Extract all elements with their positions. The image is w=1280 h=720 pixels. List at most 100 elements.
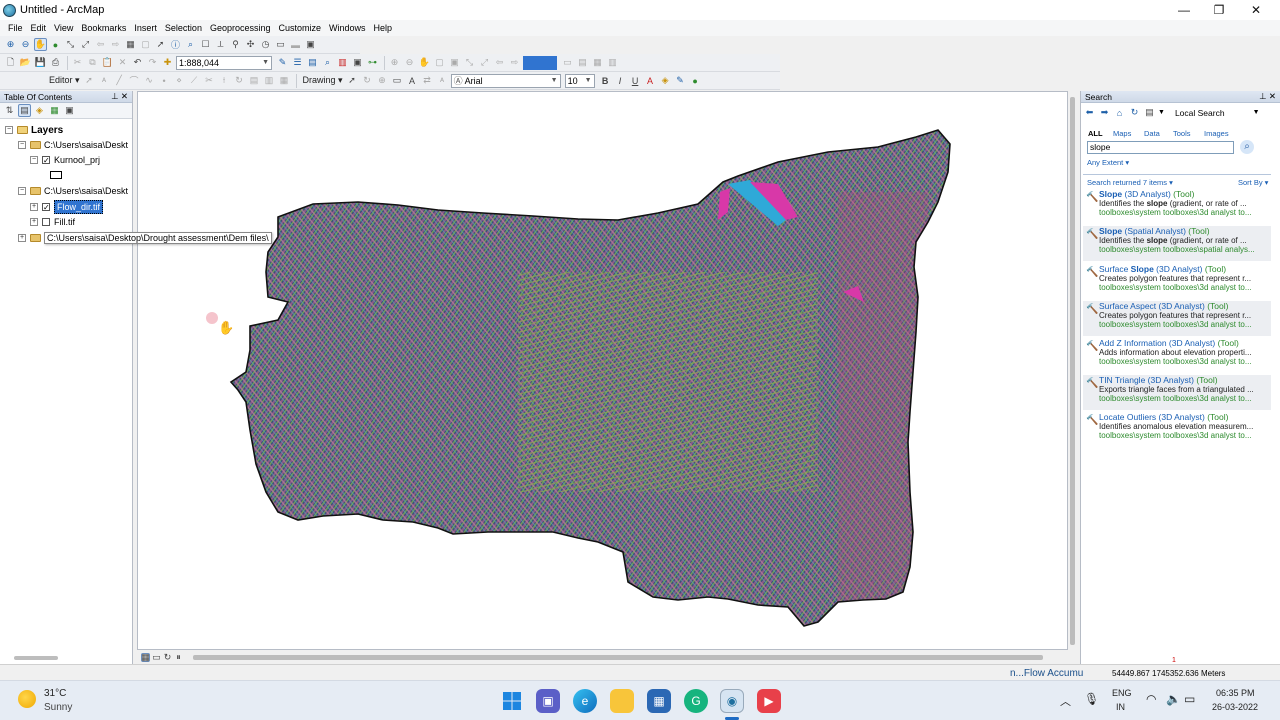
language-in[interactable]: IN — [1116, 702, 1125, 712]
scroll-thumb[interactable] — [1070, 97, 1075, 645]
expand-icon[interactable]: + — [30, 203, 38, 211]
create-features-icon[interactable]: ▦ — [278, 74, 291, 87]
change-layout-icon[interactable]: ▦ — [591, 56, 604, 69]
layout-zoom-in-icon[interactable]: ⊕ — [388, 56, 401, 69]
table-of-contents-icon[interactable]: ☰ — [291, 56, 304, 69]
zoom-100-icon[interactable]: ▣ — [448, 56, 461, 69]
editor-toolbar-icon[interactable]: ✎ — [276, 56, 289, 69]
identify-icon[interactable]: ⓘ — [169, 38, 182, 51]
list-by-visibility-icon[interactable]: ◈ — [33, 104, 46, 117]
list-by-drawing-order-icon[interactable]: ⇅ — [3, 104, 16, 117]
layout-forward-icon[interactable]: ⇨ — [508, 56, 521, 69]
weather-text[interactable]: Sunny — [44, 702, 72, 713]
layout-pan-icon[interactable]: ✋ — [418, 56, 431, 69]
microsoft-store-icon[interactable]: ▦ — [647, 689, 671, 713]
print-icon[interactable]: ⎙ — [49, 56, 62, 69]
layout-fixed-zoom-out-icon[interactable]: ⤢ — [478, 56, 491, 69]
save-icon[interactable]: 💾 — [34, 56, 47, 69]
toc-folder-1[interactable]: − C:\Users\saisa\Deskt — [18, 138, 128, 152]
new-document-icon[interactable]: 🗋 — [4, 56, 17, 69]
search-go-icon[interactable]: ⌕ — [1240, 140, 1254, 154]
edit-vertices-icon[interactable]: ⋄ — [173, 74, 186, 87]
expand-icon[interactable]: + — [18, 234, 26, 242]
delete-icon[interactable]: ✕ — [116, 56, 129, 69]
close-icon[interactable]: ✕ — [121, 91, 128, 101]
chevron-down-icon[interactable]: ▼ — [1158, 109, 1165, 116]
edge-browser-icon[interactable]: e — [573, 689, 597, 713]
result-title[interactable]: Slope (Spatial Analyst) (Tool) — [1099, 226, 1271, 236]
clear-selection-icon[interactable]: ▢ — [139, 38, 152, 51]
screen-recorder-icon[interactable]: ▶ — [757, 689, 781, 713]
editor-menu-button[interactable]: Editor ▾ — [46, 75, 83, 86]
add-data-icon[interactable]: ✚ — [161, 56, 174, 69]
layout-zoom-out-icon[interactable]: ⊖ — [403, 56, 416, 69]
map-scale-combo[interactable]: 1:888,044 ▼ — [176, 55, 272, 70]
search-result-item[interactable]: 🔨 Surface Aspect (3D Analyst) (Tool) Creat… — [1083, 301, 1271, 336]
catalog-window-icon[interactable]: ▤ — [306, 56, 319, 69]
toc-folder-3[interactable]: + C:\Users\saisa\Desktop\Drought assessm… — [18, 231, 272, 245]
data-driven-pages-icon[interactable]: ▥ — [606, 56, 619, 69]
back-extent-icon[interactable]: ⇦ — [94, 38, 107, 51]
layout-back-icon[interactable]: ⇦ — [493, 56, 506, 69]
search-result-item[interactable]: 🔨 Add Z Information (3D Analyst) (Tool) Ad… — [1083, 338, 1271, 373]
open-folder-icon[interactable]: 📂 — [19, 56, 32, 69]
redo-icon[interactable]: ↷ — [146, 56, 159, 69]
close-icon[interactable]: ✕ — [1269, 91, 1276, 101]
menu-help[interactable]: Help — [370, 23, 397, 33]
convert-graphics-icon[interactable]: ⇄ — [421, 74, 434, 87]
result-path[interactable]: toolboxes\system toolboxes\3d analyst to… — [1099, 431, 1271, 440]
collapse-icon[interactable]: − — [18, 187, 26, 195]
filter-tools[interactable]: Tools — [1173, 129, 1191, 138]
straight-segment-icon[interactable]: ╱ — [113, 74, 126, 87]
underline-button[interactable]: U — [629, 74, 642, 87]
menu-windows[interactable]: Windows — [325, 23, 370, 33]
menu-view[interactable]: View — [50, 23, 77, 33]
search-input[interactable]: slope — [1087, 141, 1234, 154]
font-color-icon[interactable]: A — [644, 74, 657, 87]
cut-polygons-icon[interactable]: ✂ — [203, 74, 216, 87]
search-options-icon[interactable]: ▤ — [1143, 106, 1156, 119]
sketch-properties-icon[interactable]: ▥ — [263, 74, 276, 87]
attributes-icon[interactable]: ▤ — [248, 74, 261, 87]
go-to-xy-icon[interactable]: ✣ — [244, 38, 257, 51]
convert-text-icon[interactable]: ᴬ — [436, 74, 449, 87]
back-arrow-icon[interactable]: ⬅ — [1083, 106, 1096, 119]
list-by-source-icon[interactable]: ▤ — [18, 104, 31, 117]
restore-icon[interactable]: ❐ — [1201, 0, 1237, 20]
drawing-menu-button[interactable]: Drawing ▾ — [300, 75, 346, 86]
search-result-item[interactable]: 🔨 Slope (Spatial Analyst) (Tool) Identifie… — [1083, 226, 1271, 261]
fill-color-icon[interactable]: ◈ — [659, 74, 672, 87]
zoom-out-icon[interactable]: ⊖ — [19, 38, 32, 51]
microphone-icon[interactable]: 🎙 — [1084, 692, 1099, 706]
close-icon[interactable]: ✕ — [1238, 0, 1274, 20]
find-icon[interactable]: ⌕ — [184, 38, 197, 51]
filter-maps[interactable]: Maps — [1113, 129, 1131, 138]
layout-view-icon[interactable]: ▭ — [152, 652, 161, 662]
binoculars-icon[interactable]: ⚲ — [229, 38, 242, 51]
toggle-draft-mode-icon[interactable]: ▭ — [561, 56, 574, 69]
toc-options-icon[interactable]: ▣ — [63, 104, 76, 117]
layer-visibility-checkbox[interactable]: ✓ — [42, 156, 50, 165]
toc-layer-fill[interactable]: + Fill.tif — [30, 215, 75, 229]
menu-customize[interactable]: Customize — [275, 23, 326, 33]
scroll-thumb[interactable] — [193, 655, 1043, 660]
pin-icon[interactable]: ⊥ — [1259, 91, 1266, 101]
create-viewer-icon[interactable]: ▣ — [304, 38, 317, 51]
grammarly-icon[interactable]: G — [684, 689, 708, 713]
focus-data-frame-icon[interactable]: ▤ — [576, 56, 589, 69]
python-window-icon[interactable]: ▣ — [351, 56, 364, 69]
collapse-icon[interactable]: − — [18, 141, 26, 149]
fixed-zoom-in-icon[interactable]: ⤡ — [64, 38, 77, 51]
result-path[interactable]: toolboxes\system toolboxes\3d analyst to… — [1099, 357, 1271, 366]
edit-tool-icon[interactable]: ➚ — [83, 74, 96, 87]
collapse-icon[interactable]: − — [5, 126, 13, 134]
menu-insert[interactable]: Insert — [130, 23, 161, 33]
result-title[interactable]: TIN Triangle (3D Analyst) (Tool) — [1099, 375, 1271, 385]
search-result-item[interactable]: 🔨 Surface Slope (3D Analyst) (Tool) Create… — [1083, 264, 1271, 299]
sort-by-dropdown[interactable]: Sort By ▾ — [1238, 178, 1268, 187]
speaker-icon[interactable]: 🔈 — [1166, 692, 1181, 706]
refresh-icon[interactable]: ↻ — [1128, 106, 1141, 119]
toc-kurnool-symbol[interactable] — [50, 168, 62, 182]
polygon-symbol-swatch[interactable] — [50, 171, 62, 179]
menu-file[interactable]: File — [4, 23, 27, 33]
